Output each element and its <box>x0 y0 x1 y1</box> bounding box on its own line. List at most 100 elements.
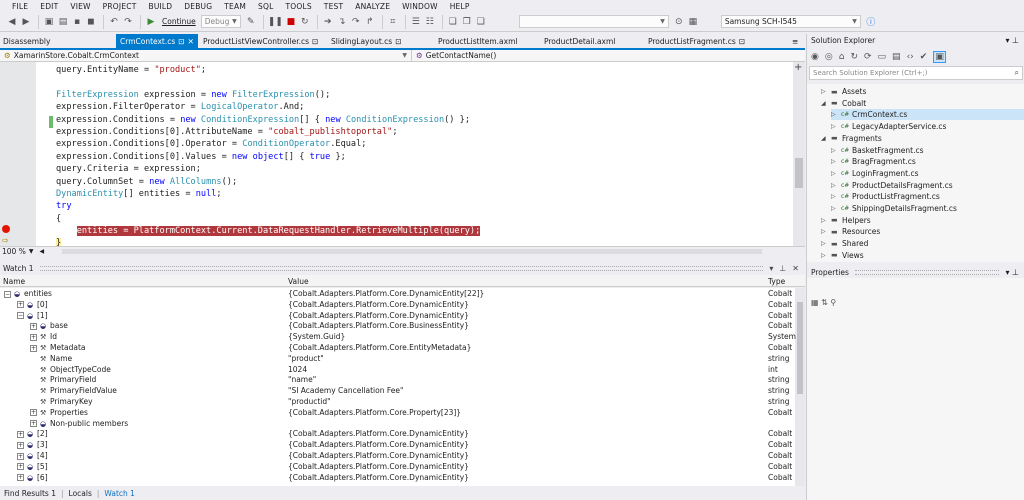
stop-icon[interactable]: ■ <box>285 14 297 29</box>
properties-grid[interactable]: ▦ ⇅ ⚲ <box>807 278 1024 500</box>
menu-edit[interactable]: EDIT <box>40 2 58 11</box>
expand-icon[interactable]: + <box>30 333 37 341</box>
code-line[interactable]: { <box>56 213 480 225</box>
tree-item[interactable]: ▷ c# BasketFragment.cs <box>831 145 1024 156</box>
expand-icon[interactable]: + <box>30 322 37 330</box>
menu-test[interactable]: TEST <box>324 2 343 11</box>
watch-value[interactable]: 1024 <box>288 365 307 374</box>
watch-row[interactable]: + ◒ base {Cobalt.Adapters.Platform.Core.Bus… <box>0 321 795 332</box>
watch-value[interactable]: {System.Guid} <box>288 332 345 341</box>
code-line[interactable]: entities = PlatformContext.Current.DataR… <box>56 225 481 237</box>
split-icon[interactable]: + <box>794 62 802 73</box>
editor-vertical-scrollbar[interactable]: + <box>793 62 805 246</box>
sync-icon[interactable]: ↻ <box>850 52 858 62</box>
watch-value[interactable]: {Cobalt.Adapters.Platform.Core.DynamicEn… <box>288 429 469 438</box>
bottom-tab-locals[interactable]: Locals <box>68 489 93 498</box>
info-icon[interactable]: ⓘ <box>865 14 877 29</box>
code-line[interactable]: FilterExpression expression = new Filter… <box>56 89 480 101</box>
back-icon[interactable]: ◀ <box>6 14 18 29</box>
code-text[interactable]: query.EntityName = "product"; FilterExpre… <box>56 64 481 246</box>
collapsed-icon[interactable]: ▷ <box>821 228 831 235</box>
pin-icon[interactable]: ⊡ <box>739 37 745 46</box>
expand-icon[interactable]: + <box>17 430 24 438</box>
config-dropdown[interactable]: Debug ▼ <box>200 15 241 28</box>
collapse-all-icon[interactable]: ▭ <box>878 52 887 62</box>
code-line[interactable]: query.Criteria = expression; <box>56 163 480 175</box>
watch-row[interactable]: + ◒ [2] {Cobalt.Adapters.Platform.Core.Dyna… <box>0 429 795 440</box>
editor-horizontal-scrollbar[interactable] <box>52 248 772 255</box>
view-code-icon[interactable]: ‹› <box>907 52 914 62</box>
tab-disassembly[interactable]: Disassembly <box>3 34 50 48</box>
tree-item[interactable]: ▷ c# CrmContext.cs <box>831 109 1024 121</box>
watch-row[interactable]: + ⚒ Id {System.Guid} System <box>0 332 796 343</box>
scrollbar-thumb[interactable] <box>795 158 803 188</box>
expanded-icon[interactable]: ◢ <box>821 100 831 107</box>
watch-row[interactable]: ⚒ Name "product" string <box>0 354 795 365</box>
watch-value[interactable]: {Cobalt.Adapters.Platform.Core.DynamicEn… <box>288 300 469 309</box>
menu-file[interactable]: FILE <box>12 2 28 11</box>
collapsed-icon[interactable]: ▷ <box>831 158 841 165</box>
watch-vertical-scrollbar[interactable] <box>795 288 805 486</box>
forward-icon[interactable]: ◎ <box>825 52 833 62</box>
close-icon[interactable]: ✕ <box>188 37 194 46</box>
menu-build[interactable]: BUILD <box>148 2 172 11</box>
grip-dots[interactable] <box>854 269 1000 275</box>
watch-row[interactable]: + ◒ [3] {Cobalt.Adapters.Platform.Core.Dyna… <box>0 440 795 451</box>
code-line[interactable]: expression.Conditions[0].Values = new ob… <box>56 151 480 163</box>
collapsed-icon[interactable]: ▷ <box>821 240 831 247</box>
categorized-icon[interactable]: ▦ <box>811 298 819 307</box>
code-line[interactable]: query.EntityName = "product"; <box>56 64 480 76</box>
expand-icon[interactable]: + <box>17 441 24 449</box>
tree-item[interactable]: ▷ ▬ Views <box>821 250 1024 261</box>
pin-icon[interactable]: ⊡ <box>312 37 318 46</box>
expanded-icon[interactable]: ◢ <box>821 135 831 142</box>
search-icon[interactable]: ⌕ <box>1015 68 1019 78</box>
tree-item[interactable]: ◢ ▬ Fragments <box>821 133 1024 144</box>
zoom-level[interactable]: 100 % <box>2 247 26 256</box>
watch-value[interactable]: "SI Academy Cancellation Fee" <box>288 386 403 395</box>
device-dropdown[interactable]: Samsung SCH-I545 ▼ <box>720 15 861 28</box>
expand-icon[interactable]: + <box>30 344 37 352</box>
menu-analyze[interactable]: ANALYZE <box>355 2 390 11</box>
tree-item[interactable]: ▷ c# LoginFragment.cs <box>831 168 1024 179</box>
property-pages-icon[interactable]: ⚲ <box>830 298 836 307</box>
undo-icon[interactable]: ↶ <box>108 14 120 29</box>
step-out-icon[interactable]: ↱ <box>364 14 376 29</box>
menu-tools[interactable]: TOOLS <box>285 2 311 11</box>
bookmark-icon[interactable]: ❏ <box>447 14 459 29</box>
tree-item[interactable]: ▷ c# BragFragment.cs <box>831 156 1024 167</box>
back-icon[interactable]: ◉ <box>811 52 819 62</box>
watch-row[interactable]: + ◒ [6] {Cobalt.Adapters.Platform.Core.Dyna… <box>0 473 795 484</box>
bottom-tab-find-results-1[interactable]: Find Results 1 <box>3 489 57 498</box>
watch-row[interactable]: + ◒ Non-public members <box>0 419 795 430</box>
bottom-tab-watch-1[interactable]: Watch 1 <box>103 489 136 498</box>
grip-dots[interactable] <box>39 266 764 271</box>
close-icon[interactable]: ✕ <box>792 264 799 273</box>
save-all-icon[interactable]: ◼ <box>85 14 97 29</box>
col-value-header[interactable]: Value <box>288 277 309 286</box>
step-over-icon[interactable]: ↷ <box>350 14 362 29</box>
watch-row[interactable]: + ◒ [4] {Cobalt.Adapters.Platform.Core.Dyna… <box>0 451 795 462</box>
collapse-icon[interactable]: − <box>17 312 24 320</box>
code-line[interactable]: expression.Conditions[0].Operator = Cond… <box>56 138 480 150</box>
preview-icon[interactable]: ▣ <box>933 50 946 63</box>
tree-item[interactable]: ▷ ▬ Assets <box>821 86 1024 97</box>
watch-row[interactable]: + ⚒ Metadata {Cobalt.Adapters.Platform.Core… <box>0 343 795 354</box>
properties-icon[interactable]: ✔ <box>920 52 928 62</box>
device-icon[interactable]: ▦ <box>687 14 699 29</box>
scrollbar-thumb[interactable] <box>797 302 803 394</box>
solution-search-input[interactable]: Search Solution Explorer (Ctrl+;) ⌕ <box>809 66 1023 80</box>
watch-value[interactable]: {Cobalt.Adapters.Platform.Core.Property[… <box>288 408 461 417</box>
comment-icon[interactable]: ☰ <box>410 14 422 29</box>
uncomment-icon[interactable]: ☷ <box>424 14 436 29</box>
watch-row[interactable]: − ◒ entities {Cobalt.Adapters.Platform.Core… <box>0 289 795 300</box>
menu-window[interactable]: WINDOW <box>402 2 438 11</box>
member-dropdown[interactable]: ⚙ GetContactName() <box>412 50 805 62</box>
pin-icon[interactable]: ⊥ <box>779 264 786 273</box>
watch-row[interactable]: ⚒ PrimaryKey "productid" string <box>0 397 795 408</box>
tree-item[interactable]: ▷ c# ShippingDetailsFragment.cs <box>831 203 1024 214</box>
breakpoint-gutter[interactable] <box>0 62 36 246</box>
scroll-left-icon[interactable]: ◀ <box>39 248 44 255</box>
watch-grid[interactable]: − ◒ entities {Cobalt.Adapters.Platform.Core… <box>0 288 805 486</box>
tree-item[interactable]: ▷ c# LegacyAdapterService.cs <box>831 121 1024 132</box>
